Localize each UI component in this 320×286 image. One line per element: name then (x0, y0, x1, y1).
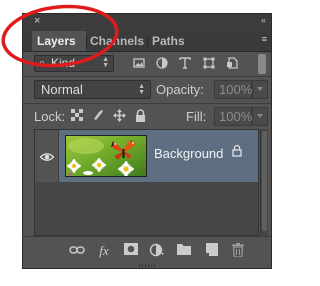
dropdown-arrows-icon: ▲ ▼ (138, 83, 145, 96)
tab-paths[interactable]: Paths (147, 31, 191, 51)
opacity-label: Opacity: (156, 82, 204, 97)
tab-layers[interactable]: Layers (32, 31, 86, 51)
fx-icon[interactable]: fx (96, 243, 112, 259)
mask-icon[interactable] (123, 243, 139, 259)
layer-thumbnail[interactable] (65, 135, 147, 177)
collapse-panel-icon[interactable]: ‹‹ (261, 15, 266, 25)
divider (23, 76, 271, 77)
filter-toggle-switch[interactable] (258, 54, 266, 74)
layers-list: Background (34, 129, 259, 236)
type-filter-icon[interactable] (179, 57, 191, 69)
divider (23, 103, 271, 104)
trash-icon[interactable] (230, 243, 246, 259)
blend-mode-value: Normal (41, 82, 83, 97)
fill-field[interactable]: 100% (214, 107, 252, 126)
blend-row: Normal ▲ ▼ Opacity: 100% (23, 80, 271, 102)
lock-image-pixels-icon[interactable] (91, 109, 105, 123)
close-panel-icon[interactable]: × (34, 15, 40, 27)
search-icon: ⌕ (39, 57, 46, 69)
chevron-down-icon (257, 87, 263, 91)
kind-filter-label: Kind (51, 56, 76, 70)
fill-label: Fill: (186, 109, 207, 124)
shape-filter-icon[interactable] (203, 57, 215, 69)
scrollbar-thumb[interactable] (262, 131, 267, 231)
layers-scrollbar[interactable] (260, 129, 268, 236)
lock-label: Lock: (34, 109, 66, 124)
adjustment-layer-icon[interactable] (149, 243, 165, 259)
butterfly-on-flowers-image (66, 136, 146, 176)
dropdown-arrows-icon: ▲ ▼ (102, 56, 109, 69)
tab-channels[interactable]: Channels (85, 31, 147, 51)
smart-object-filter-icon[interactable] (226, 57, 238, 69)
layers-bottom-toolbar: fx (23, 236, 271, 268)
layer-row-background[interactable]: Background (35, 130, 258, 182)
panel-title-bar: × ‹‹ (23, 14, 271, 30)
image-filter-icon[interactable] (133, 57, 145, 69)
layers-panel: × ‹‹ Layers Channels Paths ≡ ⌕ Kind ▲▼ (22, 13, 272, 269)
visibility-cell[interactable] (35, 130, 59, 182)
eye-icon[interactable] (39, 150, 55, 165)
adjustment-filter-icon[interactable] (156, 57, 168, 69)
link-layers-icon[interactable] (69, 243, 85, 259)
filter-row: ⌕ Kind ▲ ▼ (23, 53, 271, 75)
group-folder-icon[interactable] (176, 243, 192, 259)
lock-all-icon[interactable] (133, 109, 147, 123)
lock-position-icon[interactable] (112, 109, 126, 123)
panel-menu-icon[interactable]: ≡ (262, 34, 267, 44)
blend-mode-dropdown[interactable]: Normal ▲ ▼ (34, 80, 151, 99)
lock-row: Lock: Fill: 100% (23, 107, 271, 129)
kind-filter-dropdown[interactable]: ⌕ Kind ▲ ▼ (34, 55, 114, 72)
opacity-slider-toggle[interactable] (252, 80, 268, 99)
layer-name[interactable]: Background (154, 146, 223, 161)
panel-tabs: Layers Channels Paths ≡ (23, 30, 271, 52)
fill-slider-toggle[interactable] (252, 107, 268, 126)
lock-transparent-pixels-icon[interactable] (70, 109, 84, 123)
opacity-field[interactable]: 100% (214, 80, 252, 99)
new-layer-icon[interactable] (203, 243, 219, 259)
resize-grip[interactable] (139, 264, 157, 267)
chevron-down-icon (257, 114, 263, 118)
layer-lock-icon (232, 144, 242, 158)
